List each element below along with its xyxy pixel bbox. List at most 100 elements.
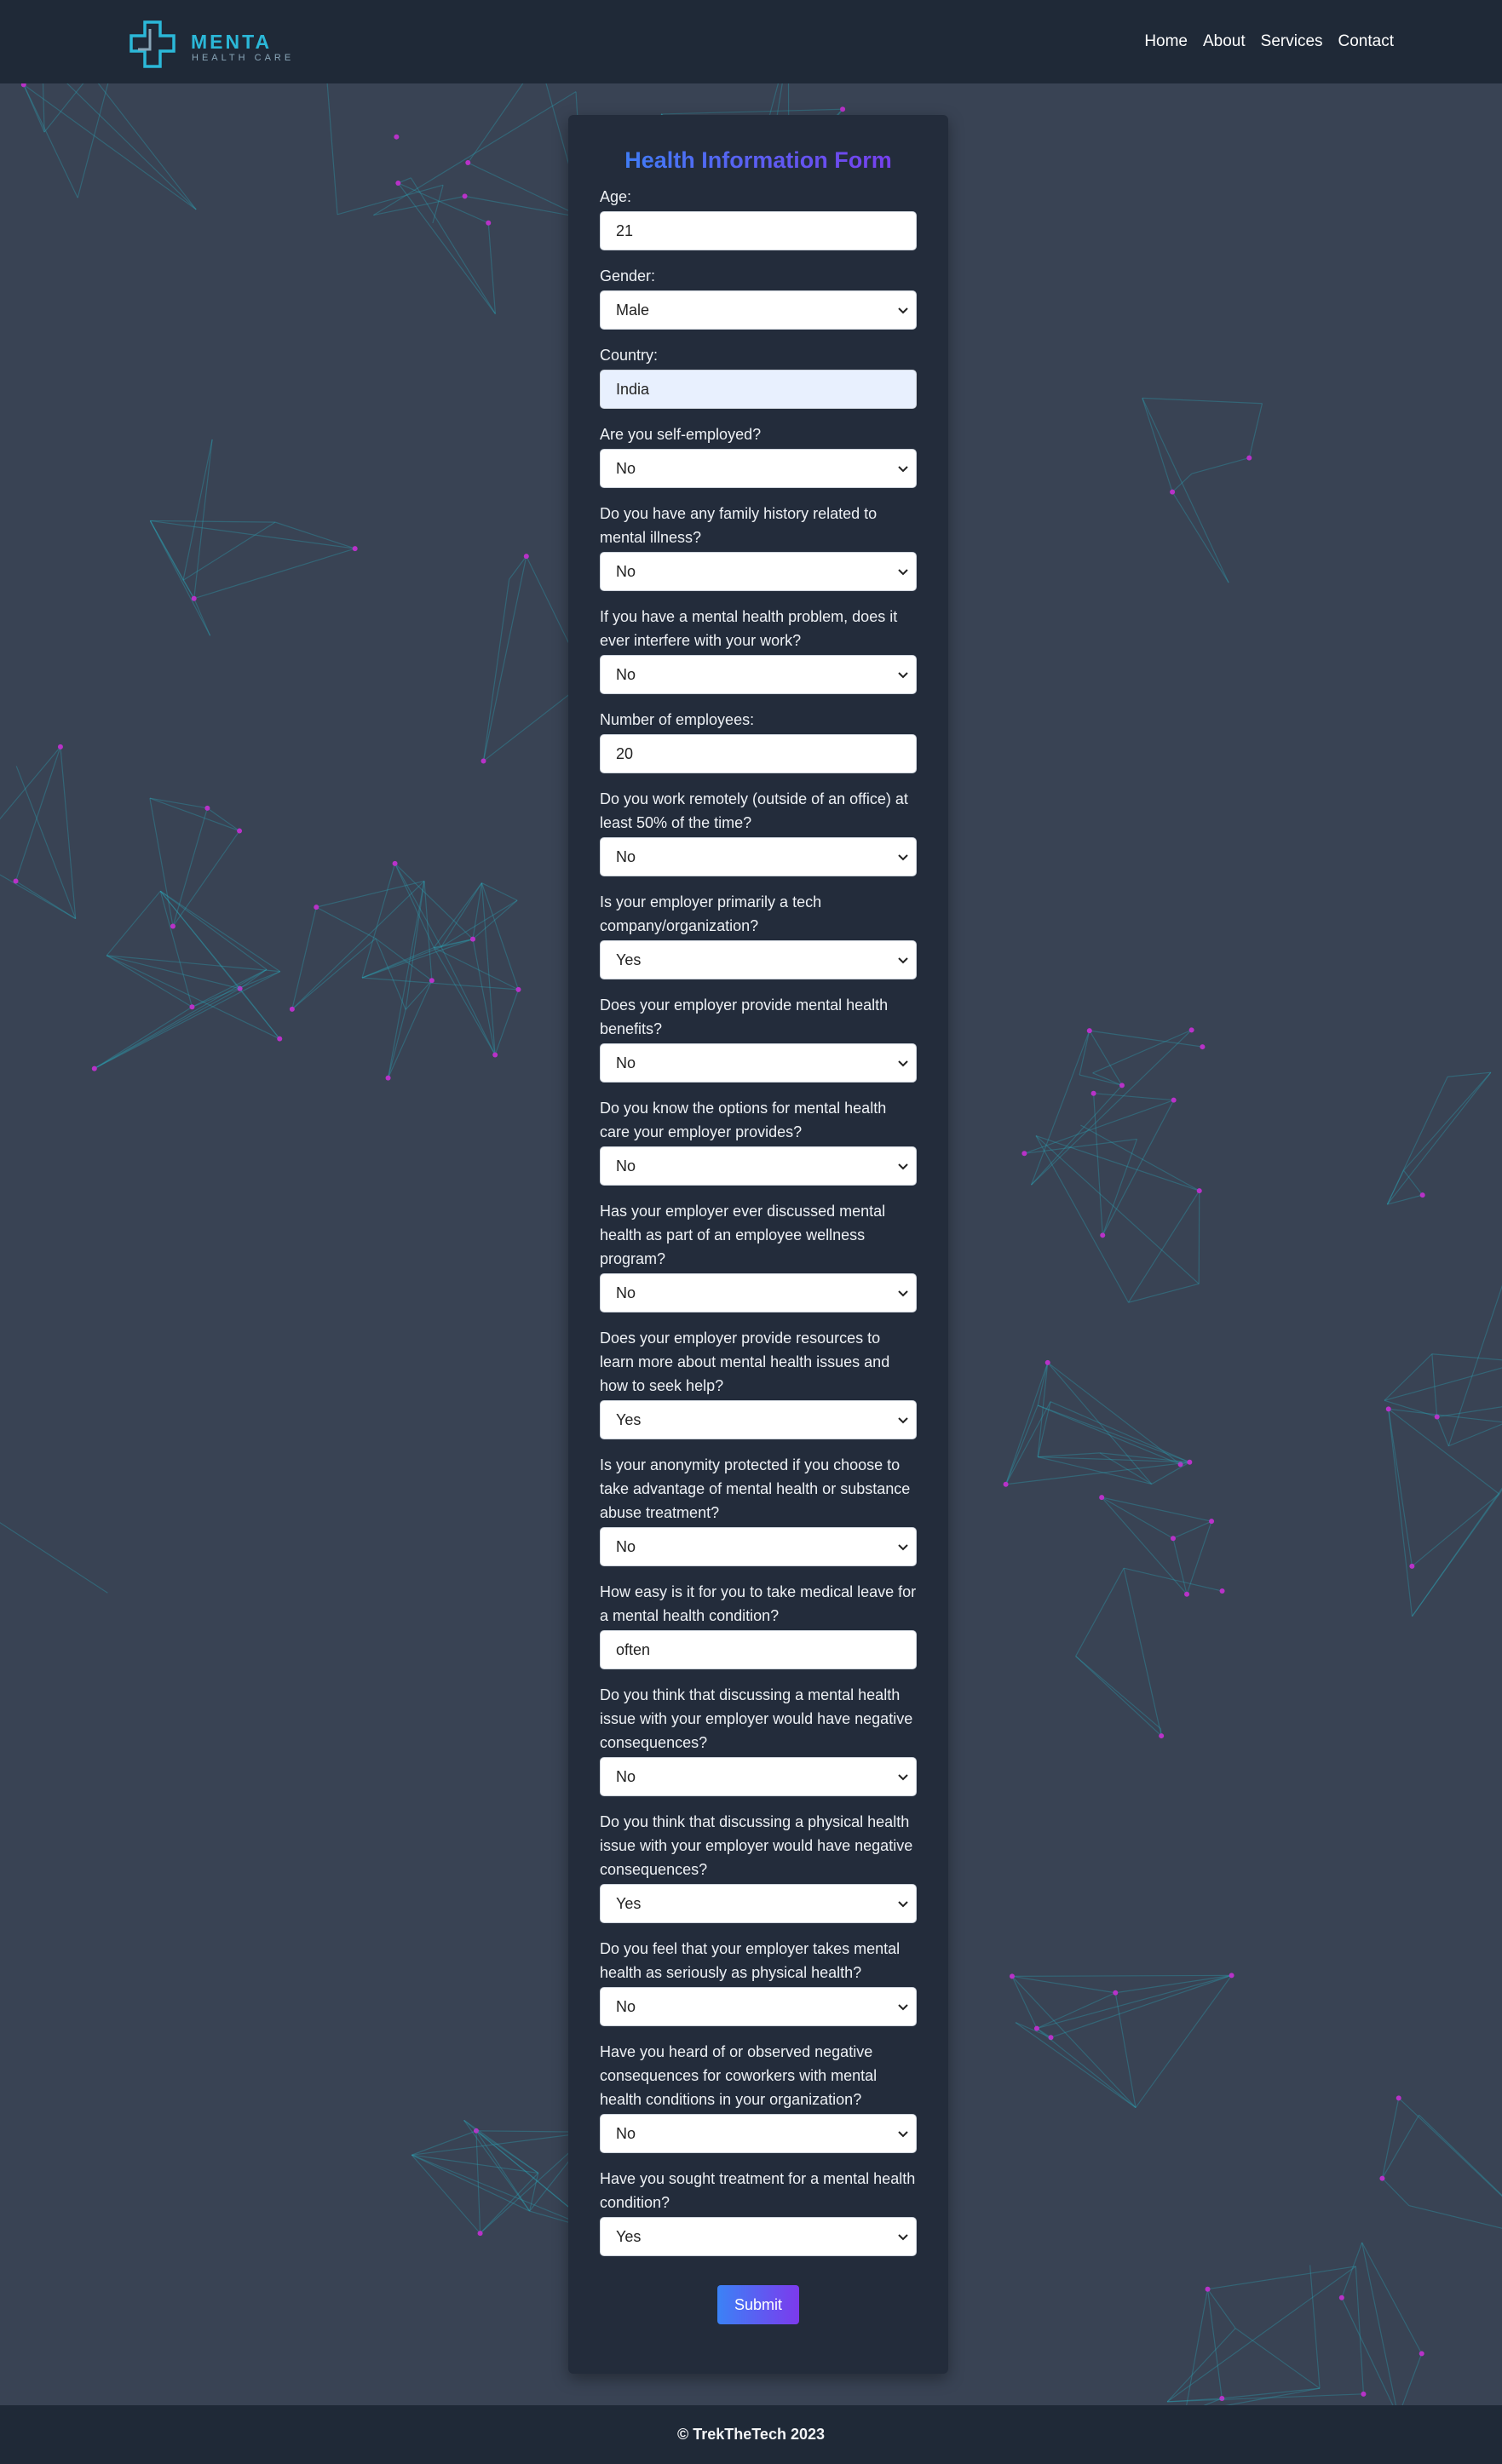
nav-services-link[interactable]: Services	[1261, 32, 1323, 51]
logo[interactable]: MENTA HEALTH CARE	[126, 19, 296, 68]
form-field: If you have a mental health problem, doe…	[600, 605, 917, 708]
select-dropdown[interactable]: Yes	[600, 940, 917, 979]
network-node	[515, 986, 521, 992]
field-label: Do you feel that your employer takes men…	[600, 1940, 901, 1981]
network-line	[1198, 1191, 1200, 1284]
network-line	[1381, 2098, 1400, 2179]
network-line	[1102, 1139, 1138, 1236]
network-node	[1219, 1588, 1225, 1594]
field-label: Do you have any family history related t…	[600, 505, 878, 546]
network-node	[1396, 2095, 1401, 2101]
network-line	[106, 955, 280, 973]
network-line	[182, 439, 213, 581]
network-line	[1384, 1399, 1437, 1418]
form-field: Gender: Male	[600, 264, 917, 343]
network-node	[314, 905, 319, 910]
network-node	[840, 106, 846, 112]
select-dropdown[interactable]: No	[600, 1043, 917, 1083]
network-line	[1361, 2242, 1399, 2417]
field-value: often	[616, 1641, 651, 1658]
chevron-down-icon	[898, 569, 908, 576]
network-node	[1171, 1097, 1177, 1103]
network-line	[1037, 1362, 1049, 1406]
network-line	[1050, 1974, 1232, 2038]
network-line	[661, 108, 843, 115]
network-node	[1205, 2286, 1211, 2292]
field-label: Is your employer primarily a tech compan…	[600, 893, 822, 934]
select-dropdown[interactable]: Yes	[600, 2217, 917, 2256]
network-line	[106, 955, 280, 1040]
text-input[interactable]: 20	[600, 734, 917, 773]
form-field: Does your employer provide mental health…	[600, 993, 917, 1096]
network-node	[1219, 2395, 1225, 2401]
form-title: Health Information Form	[600, 147, 917, 185]
network-line	[1142, 397, 1263, 405]
network-line	[149, 797, 208, 809]
network-line	[172, 830, 240, 927]
select-dropdown[interactable]: No	[600, 1273, 917, 1312]
network-node	[1229, 1973, 1234, 1979]
text-input[interactable]: often	[600, 1630, 917, 1669]
network-line	[159, 890, 281, 973]
nav-contact-link[interactable]: Contact	[1338, 32, 1394, 51]
network-line	[1135, 1975, 1233, 2108]
network-node	[1159, 1733, 1165, 1739]
network-line	[1142, 398, 1173, 492]
network-line	[1381, 2114, 1420, 2179]
network-line	[472, 939, 496, 1055]
form-field: Do you think that discussing a mental he…	[600, 1683, 917, 1810]
select-dropdown[interactable]: No	[600, 1146, 917, 1186]
select-dropdown[interactable]: No	[600, 2114, 917, 2153]
nav-home-link[interactable]: Home	[1144, 32, 1188, 51]
footer: © TrekTheTech 2023	[0, 2405, 1502, 2464]
network-node	[1196, 1188, 1202, 1194]
select-dropdown[interactable]: Male	[600, 290, 917, 330]
select-dropdown[interactable]: No	[600, 1987, 917, 2026]
network-line	[1038, 1456, 1152, 1485]
network-node	[1119, 1083, 1125, 1088]
network-line	[1388, 1409, 1413, 1617]
network-line	[316, 880, 425, 908]
select-dropdown[interactable]: Yes	[600, 1400, 917, 1439]
form-field: Do you work remotely (outside of an offi…	[600, 787, 917, 890]
network-node	[523, 554, 529, 560]
field-value: No	[616, 460, 636, 477]
network-node	[1113, 1990, 1119, 1996]
network-line	[60, 746, 77, 919]
network-line	[397, 182, 496, 314]
network-node	[1385, 1406, 1391, 1412]
network-line	[1092, 1093, 1103, 1236]
field-label: Has your employer ever discussed mental …	[600, 1203, 886, 1267]
network-node	[352, 546, 358, 552]
form-field: Does your employer provide resources to …	[600, 1326, 917, 1453]
network-line	[23, 83, 197, 210]
field-label: How easy is it for you to take medical l…	[600, 1583, 917, 1624]
chevron-down-icon	[898, 957, 908, 964]
network-line	[1398, 2097, 1502, 2197]
network-line	[1384, 1367, 1502, 1401]
text-input[interactable]: India	[600, 370, 917, 409]
network-line	[1075, 1656, 1161, 1730]
nav-about-link[interactable]: About	[1203, 32, 1246, 51]
select-dropdown[interactable]: No	[600, 1527, 917, 1566]
network-line	[1382, 2178, 1410, 2206]
field-value: No	[616, 1538, 636, 1555]
text-input[interactable]: 21	[600, 211, 917, 250]
network-node	[1091, 1090, 1096, 1096]
network-line	[1408, 2204, 1502, 2229]
select-dropdown[interactable]: No	[600, 837, 917, 876]
submit-button[interactable]: Submit	[717, 2285, 799, 2324]
network-node	[1409, 1563, 1415, 1569]
network-node	[1086, 1028, 1092, 1034]
chevron-down-icon	[898, 1774, 908, 1781]
field-label: Have you heard of or observed negative c…	[600, 2043, 878, 2108]
select-dropdown[interactable]: No	[600, 552, 917, 591]
select-dropdown[interactable]: No	[600, 655, 917, 694]
network-line	[463, 2120, 531, 2212]
network-line	[1123, 1568, 1162, 1737]
select-dropdown[interactable]: Yes	[600, 1884, 917, 1923]
footer-copyright: © TrekTheTech 2023	[676, 2426, 825, 2443]
select-dropdown[interactable]: No	[600, 1757, 917, 1796]
select-dropdown[interactable]: No	[600, 449, 917, 488]
network-line	[1005, 1401, 1051, 1485]
